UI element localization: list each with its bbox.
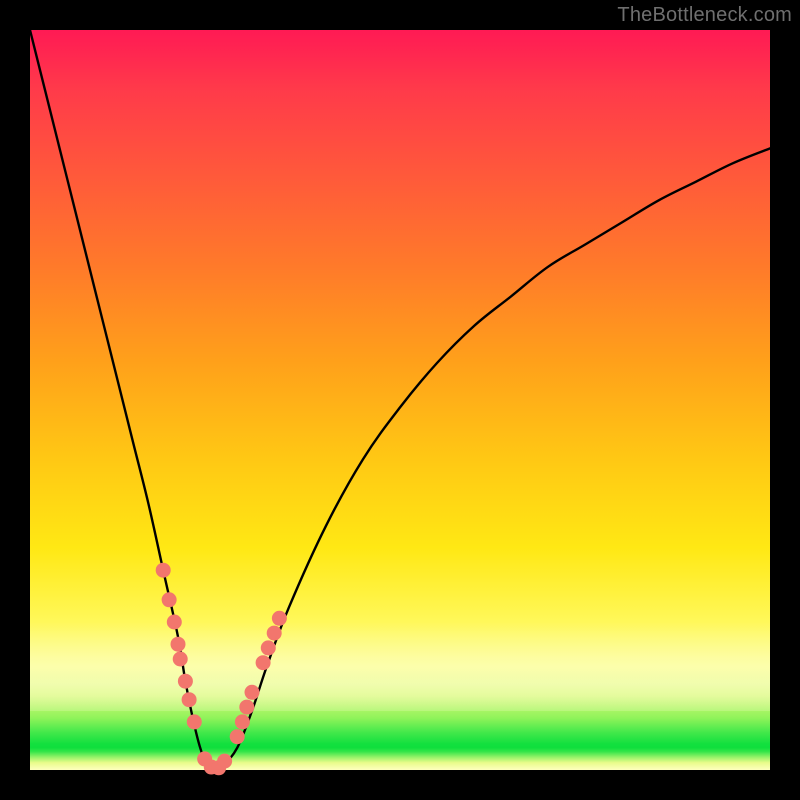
curve-marker bbox=[182, 692, 197, 707]
curve-marker bbox=[173, 652, 188, 667]
curve-marker bbox=[217, 754, 232, 769]
curve-marker bbox=[171, 637, 186, 652]
curve-marker bbox=[239, 700, 254, 715]
bottleneck-curve bbox=[30, 30, 770, 770]
curve-marker bbox=[235, 714, 250, 729]
curve-marker bbox=[162, 592, 177, 607]
chart-frame: TheBottleneck.com bbox=[0, 0, 800, 800]
curve-layer bbox=[30, 30, 770, 770]
curve-marker bbox=[261, 640, 276, 655]
curve-marker bbox=[230, 729, 245, 744]
watermark-text: TheBottleneck.com bbox=[617, 4, 792, 27]
curve-marker bbox=[272, 611, 287, 626]
curve-marker bbox=[245, 685, 260, 700]
curve-marker bbox=[256, 655, 271, 670]
curve-marker bbox=[167, 615, 182, 630]
curve-marker bbox=[156, 563, 171, 578]
curve-marker bbox=[267, 626, 282, 641]
curve-marker bbox=[187, 714, 202, 729]
curve-markers bbox=[156, 563, 287, 776]
curve-marker bbox=[178, 674, 193, 689]
